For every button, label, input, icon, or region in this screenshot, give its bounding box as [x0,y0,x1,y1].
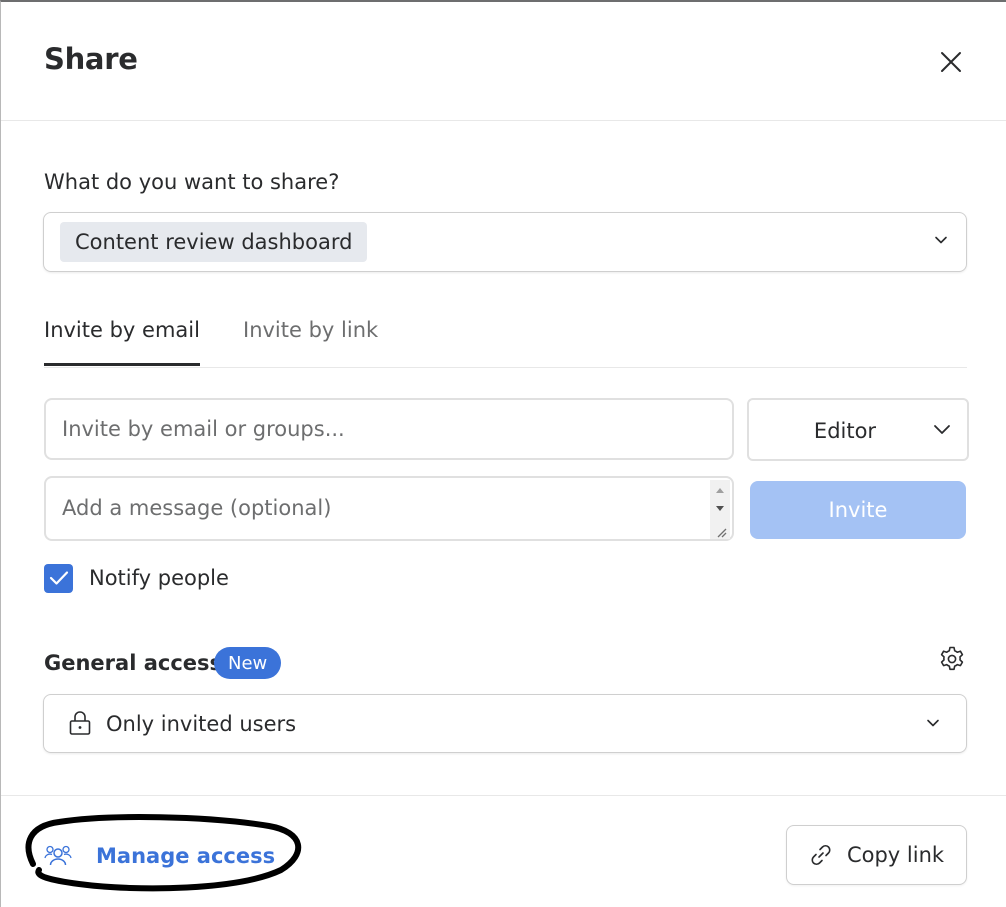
dialog-footer: Manage access Copy link [1,795,1006,907]
scroll-down-arrow-icon[interactable] [710,500,730,516]
share-dialog: Share What do you want to share? Content… [0,0,1006,907]
access-settings-button[interactable] [936,643,968,675]
selected-item-chip: Content review dashboard [60,222,368,262]
link-icon [811,844,831,866]
chevron-down-icon [935,236,947,244]
scroll-up-arrow-icon[interactable] [710,482,730,498]
notify-people-label: Notify people [89,566,229,590]
copy-link-label: Copy link [846,843,945,867]
manage-access-label: Manage access [96,844,276,868]
chevron-down-icon [934,425,950,434]
tab-invite-by-link[interactable]: Invite by link [243,318,378,342]
close-button[interactable] [931,42,971,82]
notify-people-checkbox[interactable]: Notify people [44,563,229,593]
role-select[interactable]: Editor [747,398,969,461]
lock-icon [69,711,91,735]
gear-icon [940,646,964,671]
active-tab-indicator [44,363,200,366]
invite-tabs: Invite by email Invite by link [44,302,967,368]
message-input[interactable] [46,478,710,539]
share-question-label: What do you want to share? [44,170,340,194]
email-input[interactable] [44,398,734,460]
people-icon [44,845,72,866]
invite-button[interactable]: Invite [750,481,966,539]
message-scrollbar[interactable] [710,480,730,539]
resize-grip-icon[interactable] [710,520,730,539]
checkbox[interactable] [44,563,73,593]
tab-invite-by-email[interactable]: Invite by email [44,318,200,342]
general-access-select[interactable]: Only invited users [43,694,967,753]
close-icon [941,52,961,72]
message-field [44,476,734,541]
share-item-select[interactable]: Content review dashboard [43,212,967,272]
chevron-down-icon [927,719,939,727]
checkmark-icon [49,571,68,585]
manage-access-button[interactable]: Manage access [44,840,275,872]
copy-link-button[interactable]: Copy link [786,825,967,885]
dialog-header: Share [1,2,1006,121]
dialog-title: Share [44,42,138,76]
general-access-label: General access [44,651,223,675]
new-badge: New [214,647,282,679]
general-access-value: Only invited users [106,712,297,736]
role-value: Editor [813,419,877,443]
